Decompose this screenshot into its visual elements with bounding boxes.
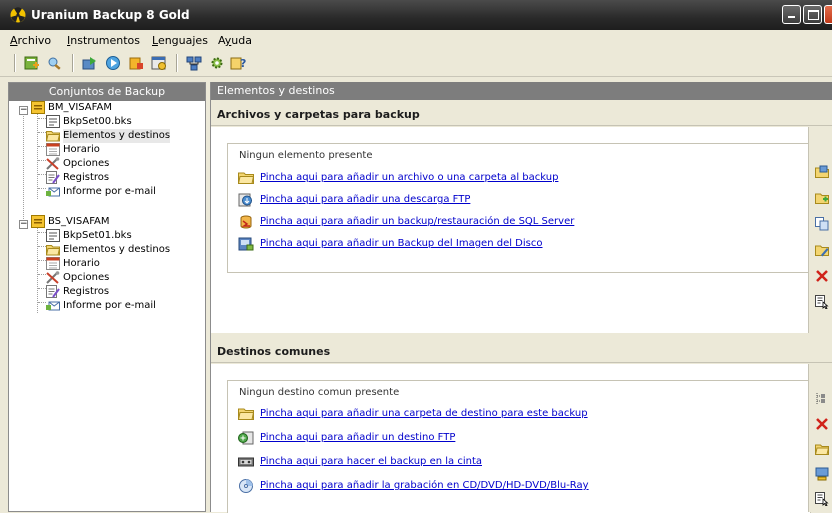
ftp-download-icon <box>238 193 252 207</box>
folder-icon <box>46 245 60 256</box>
tree-connector <box>38 302 46 303</box>
new-backup-icon[interactable] <box>24 55 40 71</box>
backup-sets-header: Conjuntos de Backup <box>9 83 205 101</box>
copy-icon[interactable] <box>815 217 829 231</box>
backup-items-section: Ningun elemento presente Pincha aqui par… <box>211 127 832 333</box>
delete-icon[interactable] <box>815 269 829 283</box>
add-disk-image-link[interactable]: Pincha aqui para añadir un Backup del Im… <box>260 236 543 252</box>
toolbar-separator <box>72 54 74 72</box>
restore-icon[interactable] <box>128 55 144 71</box>
add-destination-folder-link[interactable]: Pincha aqui para añadir una carpeta de d… <box>260 406 588 422</box>
common-destinations-box: Ningun destino comun presente Pincha aqu… <box>227 380 811 513</box>
calendar-icon <box>46 143 60 156</box>
add-disc-burning-link[interactable]: Pincha aqui para añadir la grabación en … <box>260 478 589 494</box>
window-title: Uranium Backup 8 Gold <box>31 8 190 22</box>
email-icon <box>46 187 60 197</box>
help-icon[interactable]: ? <box>230 55 246 71</box>
ftp-destination-icon <box>238 431 254 445</box>
menu-lenguajes[interactable]: Lenguajes <box>152 34 208 47</box>
tree-connector <box>38 232 46 233</box>
menu-bar: Archivo Instrumentos Lenguajes Ayuda <box>0 31 832 49</box>
toolbar-separator <box>176 54 178 72</box>
add-ftp-destination-link[interactable]: Pincha aqui para añadir un destino FTP <box>260 430 455 446</box>
disc-icon <box>239 479 253 493</box>
computer-icon[interactable] <box>815 467 829 481</box>
add-item-icon[interactable] <box>815 165 829 179</box>
no-items-message: Ningun elemento presente <box>239 150 373 161</box>
close-button[interactable] <box>824 5 832 24</box>
menu-instrumentos[interactable]: Instrumentos <box>67 34 140 47</box>
tree-connector <box>38 274 46 275</box>
svg-text:?: ? <box>240 57 246 70</box>
tree-connector <box>38 174 46 175</box>
tape-icon <box>238 457 254 467</box>
log-icon <box>46 285 60 298</box>
search-icon[interactable] <box>47 55 63 71</box>
email-icon <box>46 301 60 311</box>
edit-icon[interactable] <box>815 243 829 257</box>
backup-sets-panel: Conjuntos de Backup − BM_VISAFAM BkpSet0… <box>8 82 206 512</box>
menu-archivo[interactable]: Archivo <box>10 34 51 47</box>
minimize-button[interactable] <box>782 5 801 24</box>
add-tape-backup-link[interactable]: Pincha aqui para hacer el backup en la c… <box>260 454 482 470</box>
menu-ayuda[interactable]: Ayuda <box>218 34 252 47</box>
tree-connector <box>38 132 46 133</box>
app-logo-icon <box>10 7 26 23</box>
folder-icon <box>238 172 254 184</box>
tools-icon <box>46 157 60 170</box>
tree-connector <box>38 288 46 289</box>
properties-icon[interactable] <box>815 295 829 309</box>
disk-image-icon <box>238 237 254 251</box>
tools-icon <box>46 271 60 284</box>
tree-connector <box>38 118 46 119</box>
backup-set-icon <box>31 101 45 114</box>
tree-connector <box>38 188 46 189</box>
add-folder-icon[interactable] <box>815 191 829 205</box>
sql-server-icon <box>240 215 252 229</box>
schedule-icon[interactable] <box>151 55 167 71</box>
expand-collapse-toggle[interactable]: − <box>19 106 28 115</box>
tree-icon[interactable] <box>815 392 829 406</box>
tree-connector <box>38 260 46 261</box>
run-backup-icon[interactable] <box>105 55 121 71</box>
tree-connector <box>38 146 46 147</box>
folder-icon <box>238 408 254 420</box>
file-icon <box>46 115 60 128</box>
toolbar-separator <box>14 54 16 72</box>
settings-icon[interactable] <box>209 55 225 71</box>
destinations-side-toolbar <box>808 364 832 512</box>
items-destinations-panel: Elementos y destinos Archivos y carpetas… <box>210 82 832 513</box>
file-icon <box>46 229 60 242</box>
common-destinations-section: Ningun destino comun presente Pincha aqu… <box>211 364 832 513</box>
toolbar: ? <box>0 50 832 77</box>
add-file-folder-link[interactable]: Pincha aqui para añadir un archivo o una… <box>260 170 558 186</box>
tree-connector <box>37 225 38 313</box>
backup-items-box: Ningun elemento presente Pincha aqui par… <box>227 143 811 273</box>
backup-items-side-toolbar <box>808 127 832 333</box>
properties-icon[interactable] <box>815 492 829 506</box>
title-bar: Uranium Backup 8 Gold <box>0 0 832 30</box>
log-icon <box>46 171 60 184</box>
network-icon[interactable] <box>186 55 202 71</box>
tree-connector <box>23 107 24 221</box>
common-destinations-section-title: Destinos comunes <box>211 341 832 363</box>
add-sql-server-link[interactable]: Pincha aqui para añadir un backup/restau… <box>260 214 574 230</box>
folder-icon <box>46 131 60 142</box>
add-ftp-download-link[interactable]: Pincha aqui para añadir una descarga FTP <box>260 192 470 208</box>
export-icon[interactable] <box>82 55 98 71</box>
backup-set-icon <box>31 215 45 228</box>
backup-items-section-title: Archivos y carpetas para backup <box>211 104 832 126</box>
folder-icon[interactable] <box>815 442 829 456</box>
tree-connector <box>38 246 46 247</box>
maximize-button[interactable] <box>803 5 822 24</box>
items-destinations-header: Elementos y destinos <box>211 82 832 100</box>
tree-connector <box>37 111 38 199</box>
expand-collapse-toggle[interactable]: − <box>19 220 28 229</box>
no-destinations-message: Ningun destino comun presente <box>239 387 400 398</box>
tree-connector <box>38 160 46 161</box>
calendar-icon <box>46 257 60 270</box>
delete-icon[interactable] <box>815 417 829 431</box>
